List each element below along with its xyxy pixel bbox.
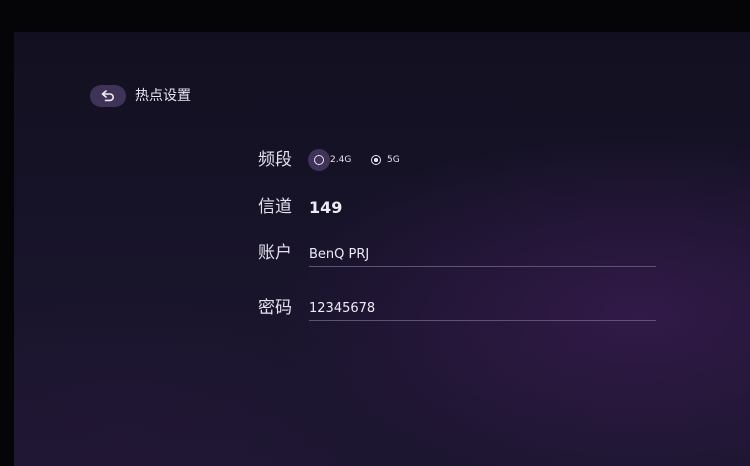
band-option-5g[interactable]: 5G	[365, 149, 400, 171]
password-label: 密码	[258, 298, 292, 318]
screen-left-border	[0, 0, 14, 466]
password-input[interactable]	[309, 296, 656, 321]
band-option-label: 2.4G	[330, 155, 352, 165]
radio-ring	[365, 149, 387, 171]
back-button[interactable]	[90, 85, 126, 107]
page-title: 热点设置	[135, 88, 191, 104]
radio-unchecked-icon	[314, 155, 324, 165]
band-option-label: 5G	[387, 155, 400, 165]
channel-label: 信道	[258, 197, 292, 217]
radio-focus-ring	[308, 149, 330, 171]
band-label: 频段	[258, 150, 292, 170]
channel-value[interactable]: 149	[309, 196, 342, 220]
hotspot-settings-screen: 热点设置 频段 2.4G 5G 信道 149 账户 密码	[14, 32, 750, 466]
account-input[interactable]	[309, 242, 656, 267]
radio-checked-icon	[371, 155, 381, 165]
band-option-2-4g[interactable]: 2.4G	[308, 149, 351, 171]
screen-top-border	[0, 0, 750, 32]
account-label: 账户	[258, 243, 292, 263]
back-arrow-icon	[101, 90, 114, 102]
